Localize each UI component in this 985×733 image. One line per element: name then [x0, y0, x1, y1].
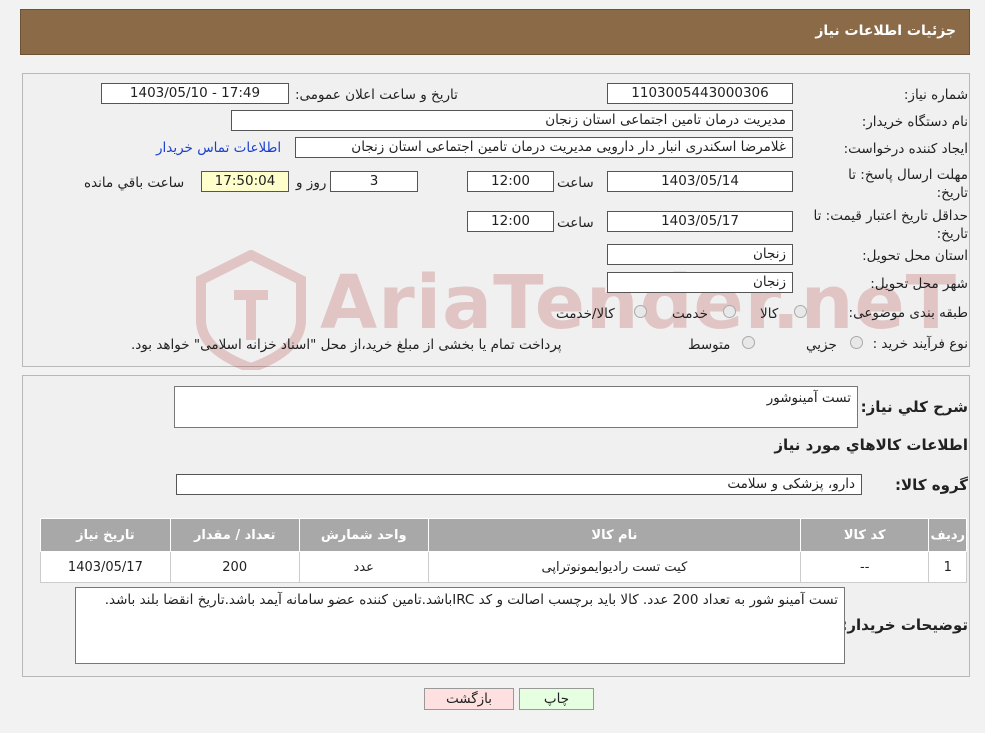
cell-unit: عدد [298, 551, 429, 583]
price-validity-date-field: 1403/05/17 [607, 211, 793, 232]
requester-field: غلامرضا اسکندری انبار دار دارویی مدیریت … [295, 137, 793, 158]
page-header: جزئیات اطلاعات نیاز [20, 9, 970, 55]
process-type-label: نوع فرآیند خرید : [872, 336, 968, 352]
page-title: جزئیات اطلاعات نیاز [815, 23, 956, 39]
province-field: زنجان [607, 244, 793, 265]
col-name-header: نام کالا [427, 518, 801, 552]
process-minor-label: جزیي [806, 337, 837, 353]
col-qty-header: تعداد / مقدار [169, 518, 300, 552]
category-goods-label: کالا [760, 306, 779, 322]
deadline-time-field: 12:00 [467, 171, 554, 192]
buyer-org-label: نام دستگاه خریدار: [861, 114, 968, 130]
days-label: روز و [296, 175, 327, 191]
announce-field: 1403/05/10 - 17:49 [101, 83, 289, 104]
buyer-notes-text: تست آمینو شور به تعداد 200 عدد. کالا بای… [104, 592, 838, 608]
summary-text: تست آمینوشور [766, 390, 851, 406]
col-date-header: تاریخ نیاز [40, 518, 171, 552]
remaining-time-field: 17:50:04 [201, 171, 289, 192]
goods-table: ردیف کد کالا نام کالا واحد شمارش تعداد /… [40, 518, 967, 583]
col-code-header: کد کالا [799, 518, 930, 552]
col-unit-header: واحد شمارش [298, 518, 429, 552]
days-field: 3 [330, 171, 418, 192]
buyer-notes-label: توضیحات خریدار: [841, 616, 968, 634]
cell-date: 1403/05/17 [40, 551, 171, 583]
back-button[interactable]: بازگشت [424, 688, 514, 710]
summary-textarea[interactable]: تست آمینوشور [174, 386, 858, 428]
category-service-radio[interactable] [723, 305, 736, 318]
table-row: 1 -- کیت تست رادیوایمونوتراپی عدد 200 14… [40, 551, 967, 583]
requester-label: ایجاد کننده درخواست: [843, 141, 968, 157]
category-service-label: خدمت [672, 306, 708, 322]
process-payment-note: پرداخت تمام یا بخشی از مبلغ خرید،از محل … [131, 337, 562, 353]
table-header-row: ردیف کد کالا نام کالا واحد شمارش تعداد /… [40, 518, 967, 552]
buyer-notes-textarea[interactable]: تست آمینو شور به تعداد 200 عدد. کالا بای… [75, 587, 845, 664]
announce-label: تاریخ و ساعت اعلان عمومی: [295, 87, 458, 103]
deadline-label: مهلت ارسال پاسخ: تا تاریخ: [848, 167, 968, 201]
deadline-date-field: 1403/05/14 [607, 171, 793, 192]
city-label: شهر محل تحویل: [870, 276, 968, 292]
cell-row: 1 [928, 551, 967, 583]
price-validity-label: حداقل تاریخ اعتبار قیمت: تا تاریخ: [813, 208, 968, 242]
buyer-org-field: مدیریت درمان تامین اجتماعی استان زنجان [231, 110, 793, 131]
process-minor-radio[interactable] [850, 336, 863, 349]
price-validity-time-label: ساعت [557, 215, 594, 231]
cell-name: کیت تست رادیوایمونوتراپی [427, 551, 801, 583]
process-medium-radio[interactable] [742, 336, 755, 349]
need-number-label: شماره نیاز: [903, 87, 968, 103]
process-medium-label: متوسط [688, 337, 731, 353]
remaining-time-label: ساعت باقي مانده [84, 175, 185, 191]
city-field: زنجان [607, 272, 793, 293]
category-goods-service-label: کالا/خدمت [556, 306, 615, 322]
cell-code: -- [799, 551, 930, 583]
category-goods-radio[interactable] [794, 305, 807, 318]
deadline-time-label: ساعت [557, 175, 594, 191]
province-label: استان محل تحویل: [862, 248, 968, 264]
category-label: طبقه بندی موضوعی: [848, 305, 968, 321]
summary-label: شرح کلي نیاز: [860, 398, 968, 416]
goods-group-label: گروه کالا: [895, 476, 968, 494]
goods-group-field: دارو، پزشکی و سلامت [176, 474, 862, 495]
col-row-header: ردیف [928, 518, 967, 552]
category-goods-service-radio[interactable] [634, 305, 647, 318]
cell-qty: 200 [169, 551, 300, 583]
print-button[interactable]: چاپ [519, 688, 594, 710]
buyer-contact-link[interactable]: اطلاعات تماس خریدار [156, 140, 281, 156]
need-number-field: 1103005443000306 [607, 83, 793, 104]
price-validity-time-field: 12:00 [467, 211, 554, 232]
goods-info-title: اطلاعات کالاهاي مورد نیاز [774, 436, 968, 454]
